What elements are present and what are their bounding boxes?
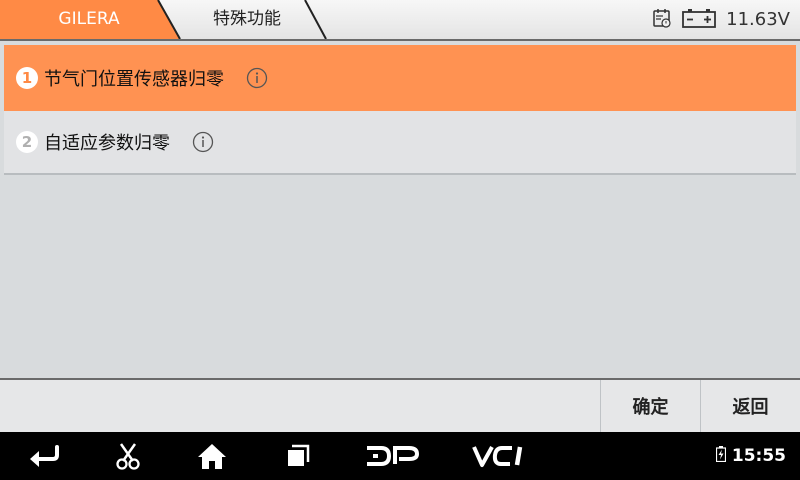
info-icon[interactable] <box>246 67 268 89</box>
vci-icon[interactable] <box>468 432 528 480</box>
back-button[interactable]: 返回 <box>700 380 800 432</box>
function-list: 1 节气门位置传感器归零 2 自适应参数归零 <box>0 41 800 378</box>
wifi-icon <box>691 447 710 466</box>
breadcrumb-item-special-functions[interactable]: 特殊功能 <box>172 0 322 39</box>
list-item-adaptive-params-reset[interactable]: 2 自适应参数归零 <box>4 111 796 175</box>
item-label: 自适应参数归零 <box>44 133 170 154</box>
confirm-button[interactable]: 确定 <box>600 380 700 432</box>
home-icon[interactable] <box>190 432 234 480</box>
item-number: 1 <box>16 67 38 89</box>
system-status: 15:55 <box>691 432 786 480</box>
calendar-clock-icon <box>652 7 672 33</box>
battery-icon <box>682 7 717 33</box>
info-icon[interactable] <box>192 131 214 153</box>
top-bar: GILERA 特殊功能 11.63V <box>0 0 800 41</box>
system-nav-bar: 15:55 <box>0 432 800 480</box>
system-clock: 15:55 <box>731 446 786 466</box>
action-bar: 确定 返回 <box>0 378 800 432</box>
status-area: 11.63V <box>652 0 790 39</box>
recent-apps-icon[interactable] <box>276 432 320 480</box>
dp-icon[interactable] <box>362 432 422 480</box>
item-number: 2 <box>16 131 38 153</box>
breadcrumb-item-brand[interactable]: GILERA <box>14 0 164 39</box>
list-item-throttle-position-reset[interactable]: 1 节气门位置传感器归零 <box>4 45 796 111</box>
voltage-readout: 11.63V <box>726 9 790 30</box>
back-icon[interactable] <box>22 432 66 480</box>
item-label: 节气门位置传感器归零 <box>44 69 224 90</box>
scissors-icon[interactable] <box>106 432 150 480</box>
battery-status-icon <box>715 446 726 466</box>
